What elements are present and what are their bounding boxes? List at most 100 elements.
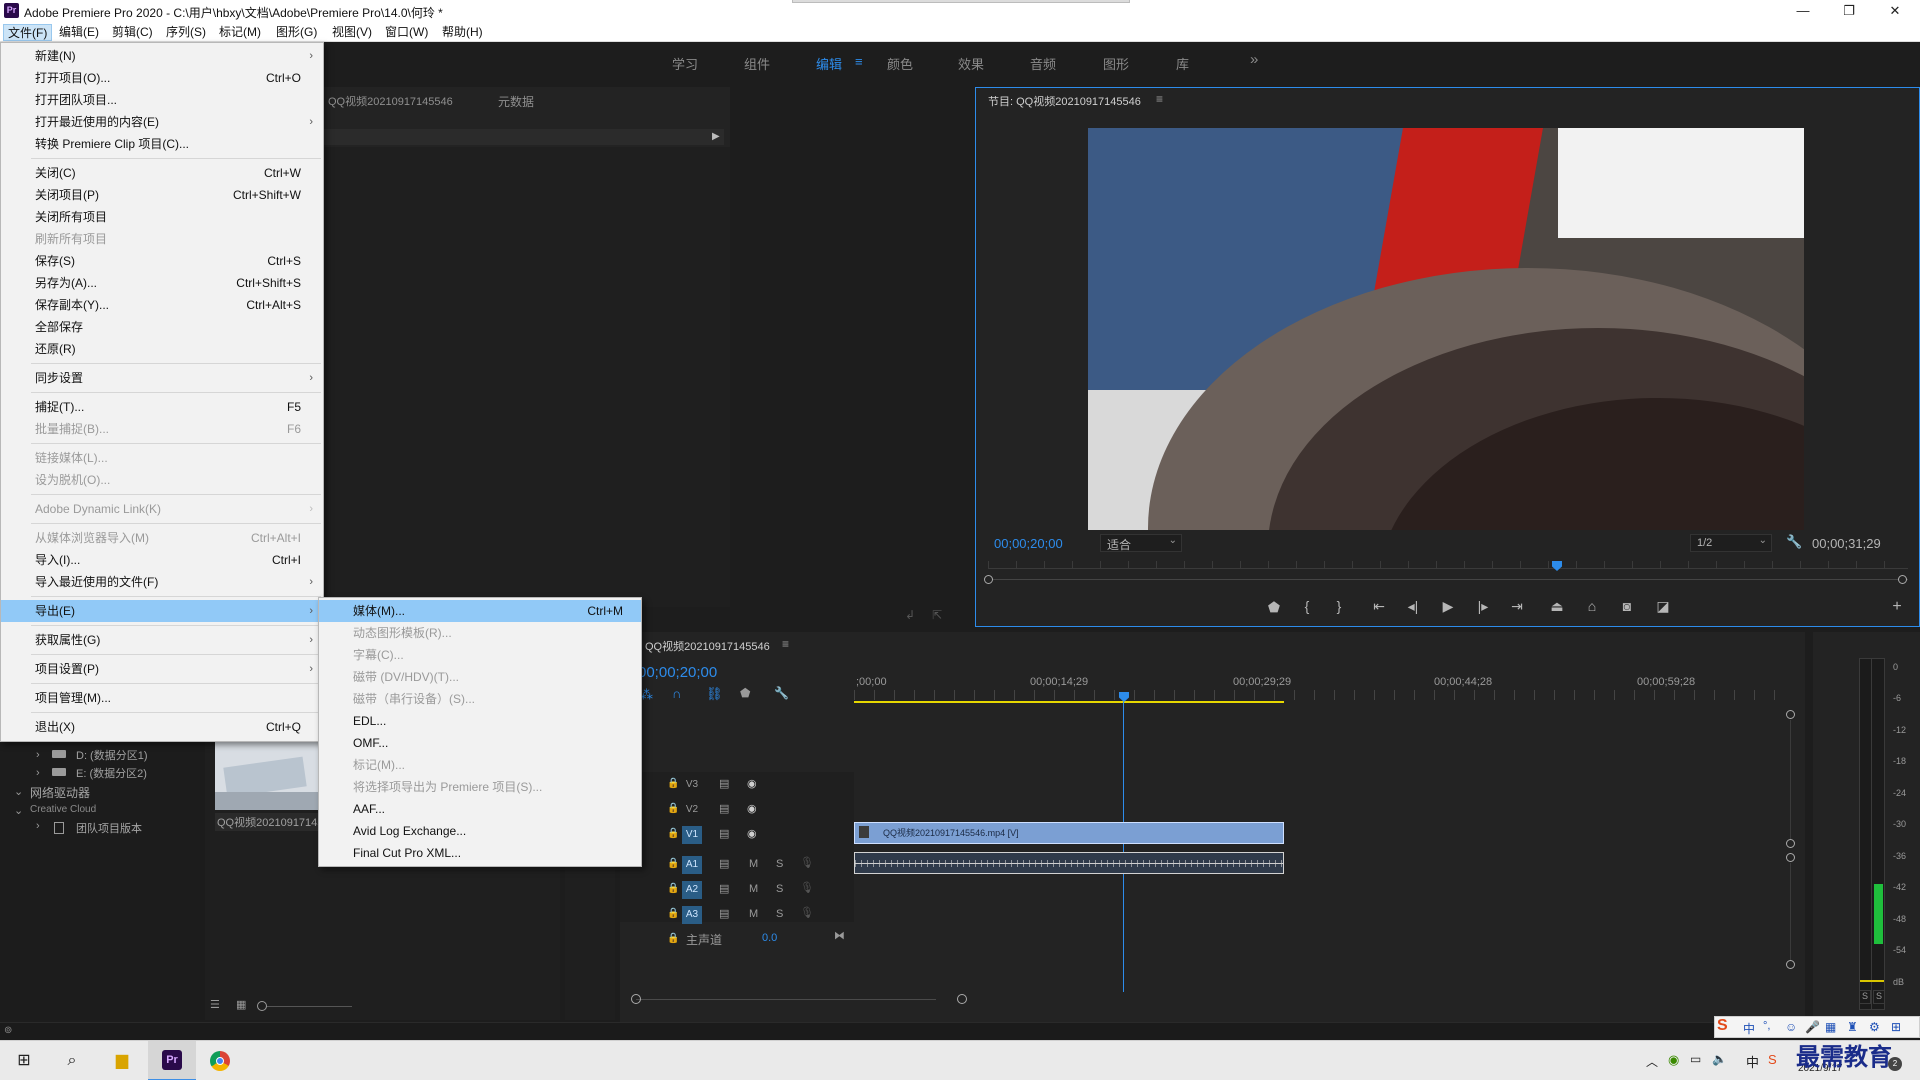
file-menu-open-recent[interactable]: 打开最近使用的内容(E) › (1, 111, 323, 133)
timeline-timecode[interactable]: 00;00;20;00 (638, 664, 717, 681)
microphone-icon[interactable]: 🎙 (800, 881, 814, 894)
meter-solo-left[interactable]: S (1859, 990, 1871, 1004)
lock-icon[interactable]: 🔒 (667, 778, 679, 789)
team-project-versions[interactable]: 团队项目版本 (76, 820, 142, 836)
file-menu-close-project[interactable]: 关闭项目(P) Ctrl+Shift+W (1, 184, 323, 206)
workspace-tab-color[interactable]: 颜色 (887, 54, 913, 73)
timeline-settings-icon[interactable]: 🔧 (774, 686, 789, 700)
track-label-v3[interactable]: V3 (682, 776, 702, 794)
go-to-edit-icon[interactable]: ⧓ (834, 929, 845, 942)
chrome-icon[interactable] (210, 1051, 230, 1071)
menu-help[interactable]: 帮助(H) (438, 24, 487, 41)
vscroll-handle-audio[interactable] (1786, 960, 1795, 969)
file-menu-open-team-project[interactable]: 打开团队项目... (1, 89, 323, 111)
solo-button[interactable]: S (776, 908, 783, 920)
workspace-menu-icon[interactable]: ≡ (855, 54, 863, 69)
workspace-tab-effects[interactable]: 效果 (958, 54, 984, 73)
keyboard-icon[interactable]: ▦ (1825, 1020, 1836, 1034)
file-menu-project-manager[interactable]: 项目管理(M)... (1, 687, 323, 709)
export-aaf[interactable]: AAF... (319, 798, 641, 820)
drive-e[interactable]: E: (数据分区2) (76, 765, 147, 781)
sync-lock-icon[interactable]: ▤ (719, 777, 729, 790)
settings-wrench-icon[interactable]: 🔧 (1786, 534, 1802, 550)
track-label-a1[interactable]: A1 (682, 856, 702, 874)
file-menu-save[interactable]: 保存(S) Ctrl+S (1, 250, 323, 272)
menu-edit[interactable]: 编辑(E) (55, 24, 103, 41)
notification-icon[interactable]: 2 (1888, 1057, 1902, 1071)
sync-lock-icon[interactable]: ▤ (719, 857, 729, 870)
file-menu-sync-settings[interactable]: 同步设置 › (1, 367, 323, 389)
program-current-timecode[interactable]: 00;00;20;00 (994, 536, 1063, 551)
lock-icon[interactable]: 🔒 (667, 933, 679, 944)
file-menu-get-properties[interactable]: 获取属性(G) › (1, 629, 323, 651)
track-label-v2[interactable]: V2 (682, 801, 702, 819)
workspace-tab-libraries[interactable]: 库 (1176, 54, 1189, 73)
hscroll-bar[interactable] (636, 999, 936, 1000)
add-marker-icon[interactable]: ⬟ (740, 686, 750, 700)
taskbar-premiere-active[interactable]: Pr (148, 1041, 196, 1080)
track-label-v1[interactable]: V1 (682, 826, 702, 844)
icon-view-icon[interactable]: ▦ (236, 998, 246, 1011)
lift-icon[interactable]: ⏏ (1546, 598, 1568, 615)
lock-icon[interactable]: 🔒 (667, 858, 679, 869)
ime-chinese-mode[interactable]: 中 (1743, 1020, 1755, 1037)
sequence-tab[interactable]: QQ视频20210917145546 (645, 638, 770, 654)
lock-icon[interactable]: 🔒 (667, 828, 679, 839)
microphone-icon[interactable]: 🎙 (800, 856, 814, 869)
add-marker-icon[interactable]: ⬟ (1263, 599, 1285, 616)
vscroll-track-audio[interactable] (1790, 863, 1791, 961)
export-frame-icon[interactable]: ◙ (1616, 598, 1638, 614)
hscroll-handle-left[interactable] (631, 994, 641, 1004)
tray-chevron-up-icon[interactable]: ︿ (1646, 1053, 1658, 1070)
mute-button[interactable]: M (749, 858, 758, 870)
file-menu-new[interactable]: 新建(N) › (1, 45, 323, 67)
master-volume-value[interactable]: 0.0 (762, 932, 777, 944)
mark-in-icon[interactable]: { (1296, 598, 1318, 614)
zoom-slider-handle[interactable] (257, 1001, 267, 1011)
extract-icon[interactable]: ⌂ (1581, 598, 1603, 614)
file-menu-open-project[interactable]: 打开项目(O)... Ctrl+O (1, 67, 323, 89)
panel-menu-icon[interactable]: ≡ (1156, 92, 1163, 106)
minimize-icon[interactable]: — (1780, 0, 1826, 22)
audio-clip[interactable] (854, 852, 1284, 874)
maximize-icon[interactable]: ❐ (1826, 0, 1872, 22)
file-menu-close-all[interactable]: 关闭所有项目 (1, 206, 323, 228)
timeline-playhead-line[interactable] (1123, 702, 1124, 992)
tree-arrow-icon[interactable]: › (36, 749, 40, 761)
resolution-dropdown[interactable]: 1/2 ⌄ (1690, 534, 1772, 552)
file-menu-save-all[interactable]: 全部保存 (1, 316, 323, 338)
menu-view[interactable]: 视图(V) (328, 24, 376, 41)
skin-icon[interactable]: ♜ (1847, 1020, 1858, 1034)
export-frame-icon[interactable]: ⇱ (932, 608, 942, 622)
zoom-handle-left[interactable] (984, 575, 993, 584)
workspace-overflow-icon[interactable]: » (1250, 51, 1258, 68)
play-icon[interactable]: ▶ (1437, 598, 1459, 615)
menu-clip[interactable]: 剪辑(C) (108, 24, 157, 41)
vscroll-handle-video[interactable] (1786, 839, 1795, 848)
file-menu-import-recent[interactable]: 导入最近使用的文件(F) › (1, 571, 323, 593)
sync-lock-icon[interactable]: ▤ (719, 827, 729, 840)
sync-lock-icon[interactable]: ▤ (719, 882, 729, 895)
linked-selection-icon[interactable]: ⛓ (706, 686, 723, 702)
chevron-down-icon[interactable]: ⌄ (14, 804, 23, 817)
solo-button[interactable]: S (776, 883, 783, 895)
file-menu-save-as[interactable]: 另存为(A)... Ctrl+Shift+S (1, 272, 323, 294)
ime-indicator[interactable]: 中 (1746, 1052, 1759, 1071)
step-back-icon[interactable]: ◂| (1402, 598, 1424, 615)
tab-source-clip[interactable]: QQ视频20210917145546 (328, 93, 453, 109)
add-button-icon[interactable]: + (1886, 598, 1908, 616)
export-avid-log-exchange[interactable]: Avid Log Exchange... (319, 820, 641, 842)
export-final-cut-pro-xml[interactable]: Final Cut Pro XML... (319, 842, 641, 864)
punctuation-icon[interactable]: °, (1763, 1020, 1770, 1032)
tray-security-icon[interactable]: ◉ (1668, 1052, 1679, 1068)
list-view-icon[interactable]: ☰ (210, 998, 220, 1011)
expand-right-icon[interactable]: ▶ (712, 131, 720, 142)
lock-icon[interactable]: 🔒 (667, 803, 679, 814)
menu-sequence[interactable]: 序列(S) (162, 24, 210, 41)
vscroll-track-video[interactable] (1790, 720, 1791, 840)
tools-icon[interactable]: ⚙ (1869, 1020, 1880, 1034)
menu-file[interactable]: 文件(F) (3, 24, 53, 41)
file-menu-convert-clip[interactable]: 转换 Premiere Clip 项目(C)... (1, 133, 323, 155)
program-monitor-title[interactable]: 节目: QQ视频20210917145546 (988, 93, 1141, 109)
close-icon[interactable]: ✕ (1872, 0, 1918, 22)
